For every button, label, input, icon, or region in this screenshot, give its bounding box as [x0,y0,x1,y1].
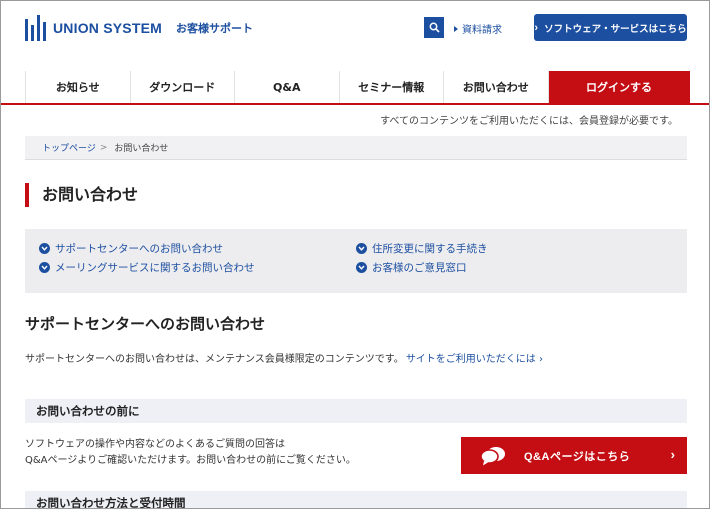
chevron-right-icon: › [670,447,675,462]
chevron-down-circle-icon [39,243,50,254]
software-services-label: ソフトウェア・サービスはこちら [544,23,687,35]
qa-page-button[interactable]: Q&Aページはこちら › [461,437,687,474]
anchor-label: サポートセンターへのお問い合わせ [55,243,223,255]
before-contact-heading: お問い合わせの前に [25,399,687,423]
before-text-line: ソフトウェアの操作や内容などのよくあるご質問の回答は [25,439,285,450]
software-services-button[interactable]: › ソフトウェア・サービスはこちら [534,14,687,41]
site-usage-link[interactable]: サイトをご利用いただくには › [406,354,543,365]
chevron-down-circle-icon [39,262,50,273]
chevron-right-icon: › [534,21,539,34]
chevron-down-circle-icon [356,262,367,273]
anchor-label: お客様のご意見窓口 [372,262,467,274]
breadcrumb-separator: > [99,142,108,153]
main-nav: お知らせ ダウンロード Q&A セミナー情報 お問い合わせ ログインする [1,71,709,105]
logo[interactable]: UNION SYSTEM お客様サポート [25,15,253,41]
triangle-right-icon [454,26,458,32]
chevron-down-circle-icon [356,243,367,254]
logo-subtitle: お客様サポート [175,22,253,35]
nav-item-seminar[interactable]: セミナー情報 [340,71,444,103]
anchor-support-center[interactable]: サポートセンターへのお問い合わせ [39,241,223,256]
logo-text: UNION SYSTEM [53,20,162,36]
header: UNION SYSTEM お客様サポート 資料請求 › ソフトウェア・サービスは… [1,1,709,71]
breadcrumb: トップページ > お問い合わせ [25,136,687,160]
page-frame: UNION SYSTEM お客様サポート 資料請求 › ソフトウェア・サービスは… [0,0,710,509]
union-system-logo-icon [25,15,47,41]
anchor-link-box: サポートセンターへのお問い合わせ メーリングサービスに関するお問い合わせ 住所変… [25,229,687,293]
search-button[interactable] [424,17,444,38]
nav-item-download[interactable]: ダウンロード [131,71,235,103]
anchor-customer-feedback[interactable]: お客様のご意見窓口 [356,260,467,275]
anchor-address-change[interactable]: 住所変更に関する手続き [356,241,488,256]
contact-method-heading: お問い合わせ方法と受付時間 [25,491,687,508]
before-contact-text: ソフトウェアの操作や内容などのよくあるご質問の回答は Q&Aページよりご確認いた… [25,437,356,469]
doc-request-link[interactable]: 資料請求 [454,21,502,36]
breadcrumb-current: お問い合わせ [114,144,169,154]
before-text-line: Q&Aページよりご確認いただけます。お問い合わせの前にご覧ください。 [25,455,356,466]
nav-item-contact[interactable]: お問い合わせ [444,71,549,103]
nav-item-news[interactable]: お知らせ [26,71,131,103]
anchor-label: メーリングサービスに関するお問い合わせ [55,262,255,274]
doc-request-label: 資料請求 [462,25,502,36]
member-notice: すべてのコンテンツをご利用いただくには、会員登録が必要です。 [380,116,678,127]
chat-bubble-icon [480,447,505,466]
page-title: お問い合わせ [25,183,138,207]
support-section-desc: サポートセンターへのお問い合わせは、メンテナンス会員様限定のコンテンツです。 サイ… [25,350,543,365]
nav-login-button[interactable]: ログインする [548,71,690,103]
support-section-title: サポートセンターへのお問い合わせ [25,315,266,333]
anchor-mailing-service[interactable]: メーリングサービスに関するお問い合わせ [39,260,255,275]
anchor-label: 住所変更に関する手続き [372,243,488,255]
breadcrumb-top-link[interactable]: トップページ [42,141,96,154]
support-desc-text: サポートセンターへのお問い合わせは、メンテナンス会員様限定のコンテンツです。 [25,354,404,365]
nav-item-qa[interactable]: Q&A [235,71,340,103]
qa-button-label: Q&Aページはこちら [524,451,631,463]
search-icon [429,22,440,33]
